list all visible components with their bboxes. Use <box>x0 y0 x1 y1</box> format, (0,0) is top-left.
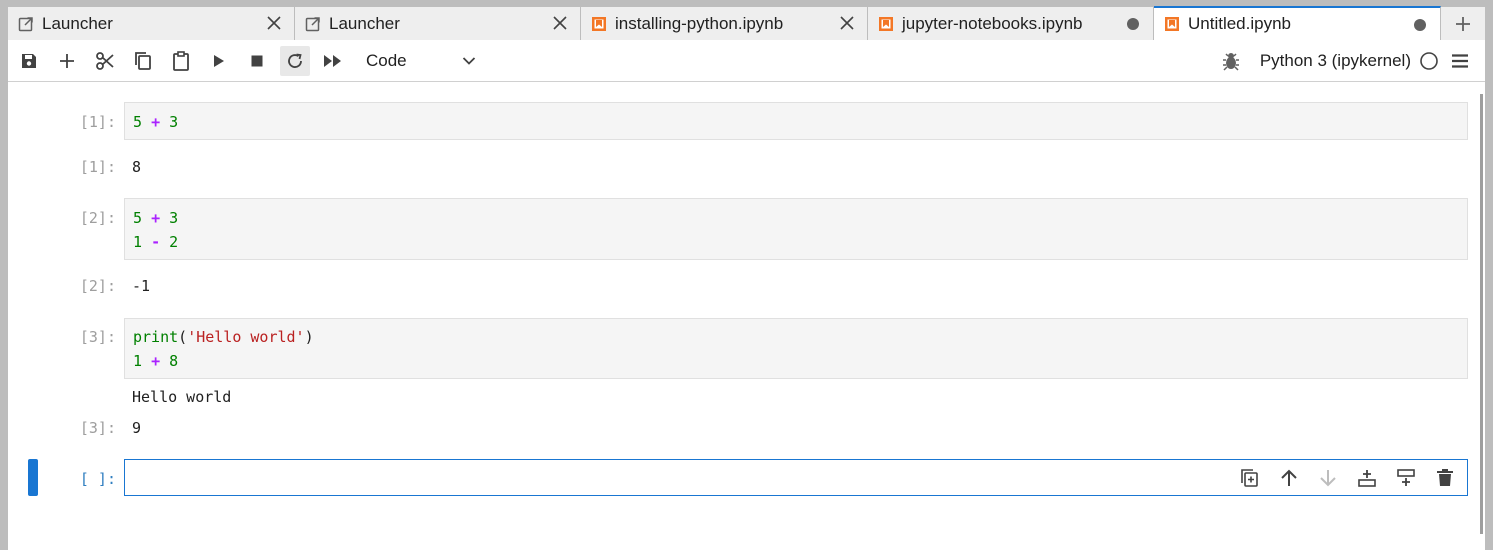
tab-label: Launcher <box>42 13 113 33</box>
code-line: 5 + 3 <box>133 113 179 131</box>
stop-icon <box>251 55 263 66</box>
insert-cell-above-button[interactable] <box>1355 466 1379 490</box>
save-button[interactable] <box>14 46 44 76</box>
cut-icon <box>96 51 114 70</box>
menu-button[interactable] <box>1445 46 1475 76</box>
code-line: print('Hello world') <box>133 328 314 346</box>
launcher-icon <box>18 16 34 32</box>
stop-button[interactable] <box>242 46 272 76</box>
code-cell-input[interactable]: 5 + 3 1 - 2 <box>124 198 1468 260</box>
cell-output: 8 <box>132 158 142 176</box>
run-button[interactable] <box>204 46 234 76</box>
move-cell-up-button[interactable] <box>1277 466 1301 490</box>
code-cell-input[interactable]: print('Hello world') 1 + 8 <box>124 318 1468 379</box>
move-cell-down-button[interactable] <box>1316 466 1340 490</box>
output-prompt: [2]: <box>79 277 116 295</box>
output-prompt: [1]: <box>79 158 116 176</box>
active-cell-indicator[interactable] <box>28 459 38 496</box>
unsaved-dot-icon[interactable] <box>1414 19 1426 31</box>
bug-icon <box>1222 53 1239 71</box>
tab-label: Launcher <box>329 13 400 33</box>
notebook-toolbar: Code Python 3 (ipykernel) <box>8 40 1485 82</box>
code-line: 1 + 8 <box>133 352 179 370</box>
kernel-status-icon <box>1420 52 1438 70</box>
close-icon[interactable] <box>552 15 568 31</box>
copy-button[interactable] <box>128 46 158 76</box>
add-tab-button[interactable] <box>1441 6 1485 40</box>
tab-jupyter-notebooks[interactable]: jupyter-notebooks.ipynb <box>868 6 1154 40</box>
cell-output: 9 <box>132 419 142 437</box>
tab-label: jupyter-notebooks.ipynb <box>902 13 1083 33</box>
paste-button[interactable] <box>166 46 196 76</box>
cell-output: -1 <box>132 277 151 295</box>
run-all-button[interactable] <box>318 46 348 76</box>
tab-installing-python[interactable]: installing-python.ipynb <box>581 6 868 40</box>
add-cell-icon <box>60 53 74 68</box>
paste-icon <box>173 50 189 71</box>
toolbar-right: Python 3 (ipykernel) <box>1210 46 1475 76</box>
delete-cell-button[interactable] <box>1433 466 1457 490</box>
tab-bar: Launcher Launcher installing-python.ipyn… <box>8 6 1485 40</box>
notebook-panel[interactable]: [1]: 5 + 3 [1]: 8 [2]: 5 + 3 1 - 2 [2]: … <box>8 82 1485 550</box>
menu-icon <box>1452 54 1468 68</box>
tab-label: Untitled.ipynb <box>1188 14 1292 33</box>
plus-icon <box>1456 16 1470 31</box>
save-icon <box>22 53 36 68</box>
unsaved-dot-icon[interactable] <box>1127 18 1139 30</box>
insert-above-icon <box>1358 470 1376 487</box>
kernel-name[interactable]: Python 3 (ipykernel) <box>1260 51 1411 71</box>
fast-forward-icon <box>324 54 341 67</box>
move-down-icon <box>1320 470 1336 487</box>
output-prompt: [3]: <box>79 419 116 437</box>
code-line: 5 + 3 <box>133 209 179 227</box>
cell-toolbar <box>1223 466 1457 490</box>
delete-cell-icon <box>1437 469 1453 486</box>
tab-launcher-1[interactable]: Launcher <box>8 6 295 40</box>
insert-cell-below-button[interactable] <box>1394 466 1418 490</box>
scrollbar[interactable] <box>1480 94 1483 534</box>
cell-type-dropdown[interactable]: Code <box>366 51 476 71</box>
cell-stdout: Hello world <box>132 388 232 406</box>
tab-label: installing-python.ipynb <box>615 13 784 33</box>
add-cell-button[interactable] <box>52 46 82 76</box>
input-prompt: [ ]: <box>79 470 116 488</box>
input-prompt: [2]: <box>79 209 116 227</box>
insert-below-icon <box>1397 469 1415 486</box>
input-prompt: [3]: <box>79 328 116 346</box>
chevron-down-icon <box>462 56 476 65</box>
cell-type-value: Code <box>366 50 407 70</box>
code-cell-input[interactable]: 5 + 3 <box>124 102 1468 140</box>
notebook-icon <box>1164 16 1180 32</box>
active-code-cell-input[interactable] <box>124 459 1468 496</box>
run-icon <box>214 54 224 67</box>
code-line: 1 - 2 <box>133 233 179 251</box>
restart-button[interactable] <box>280 45 310 76</box>
move-up-icon <box>1281 469 1297 486</box>
close-icon[interactable] <box>266 15 282 31</box>
notebook-icon <box>878 16 894 32</box>
tab-launcher-2[interactable]: Launcher <box>295 6 581 40</box>
tab-untitled[interactable]: Untitled.ipynb <box>1154 6 1441 40</box>
notebook-icon <box>591 16 607 32</box>
duplicate-cell-icon <box>1241 469 1258 487</box>
copy-icon <box>135 51 151 70</box>
launcher-icon <box>305 16 321 32</box>
close-icon[interactable] <box>839 15 855 31</box>
restart-icon <box>288 53 302 68</box>
input-prompt: [1]: <box>79 113 116 131</box>
cut-button[interactable] <box>90 46 120 76</box>
duplicate-cell-button[interactable] <box>1238 466 1262 490</box>
debugger-button[interactable] <box>1216 46 1246 76</box>
